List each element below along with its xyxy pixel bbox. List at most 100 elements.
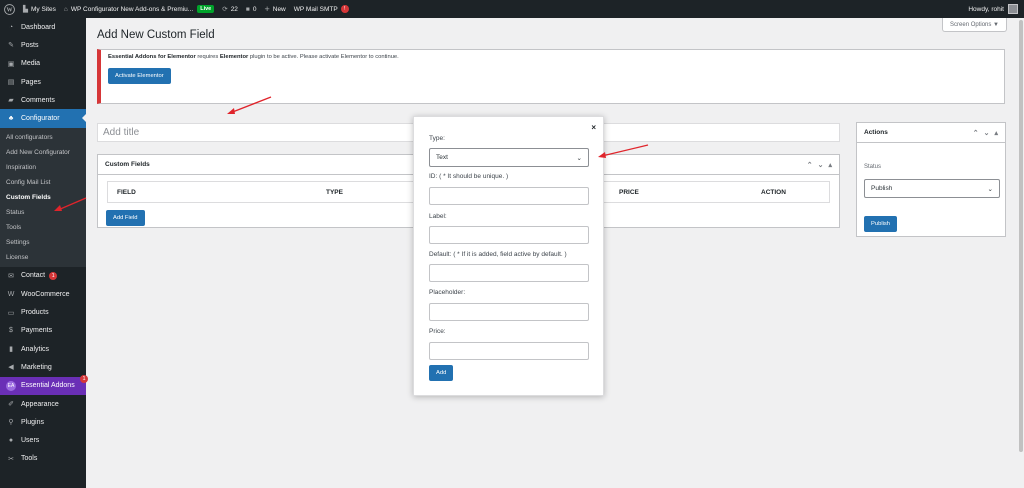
sites-icon: ▙ <box>23 6 28 13</box>
comment-bubble-icon: ■ <box>245 5 250 13</box>
notice-required-plugin: Elementor <box>219 54 249 60</box>
placeholder-input[interactable] <box>429 303 589 321</box>
page-title: Add New Custom Field <box>97 29 215 41</box>
price-input[interactable] <box>429 342 589 360</box>
custom-fields-heading: Custom Fields <box>105 161 150 168</box>
sidebar-item-label: Products <box>21 309 49 317</box>
sidebar-item-label: Payments <box>21 327 53 335</box>
label-input[interactable] <box>429 226 589 244</box>
sidebar-item-tools[interactable]: ✂ Tools <box>0 450 86 468</box>
status-select[interactable]: Publish ⌄ <box>864 179 1000 198</box>
custom-field-modal: × Type: Text ⌄ ID: ( * It should be uniq… <box>413 116 604 396</box>
sidebar-item-media[interactable]: ▣ Media <box>0 55 86 73</box>
sidebar-item-label: Users <box>21 437 40 445</box>
my-sites-menu[interactable]: ▙ My Sites <box>19 0 60 18</box>
price-label: Price: <box>429 328 446 335</box>
type-value: Text <box>436 154 448 161</box>
label-label: Label: <box>429 213 447 220</box>
default-input[interactable] <box>429 264 589 282</box>
wordpress-logo-icon[interactable]: W <box>0 0 19 18</box>
close-icon[interactable]: × <box>591 123 596 132</box>
notice-plugin-name: Essential Addons for Elementor <box>108 54 196 60</box>
sidebar-item-appearance[interactable]: ✐ Appearance <box>0 395 86 413</box>
sidebar-item-label: Appearance <box>21 400 59 408</box>
move-up-icon[interactable]: ⌃ <box>807 161 813 169</box>
move-up-icon[interactable]: ⌃ <box>973 129 979 137</box>
submenu-config-mail-list[interactable]: Config Mail List <box>0 175 86 190</box>
column-header: PRICE <box>619 188 639 196</box>
my-sites-label: My Sites <box>31 5 56 13</box>
status-value: Publish <box>871 185 893 192</box>
sidebar-item-dashboard[interactable]: ◔ Dashboard <box>0 18 86 36</box>
admin-bar: W ▙ My Sites ⌂ WP Configurator New Add-o… <box>0 0 1024 18</box>
updates-icon: ⟳ <box>222 6 228 13</box>
scrollbar-thumb[interactable] <box>1019 20 1023 452</box>
submenu-settings[interactable]: Settings <box>0 235 86 250</box>
sidebar-item-label: Posts <box>21 41 39 49</box>
activate-elementor-button[interactable]: Activate Elementor <box>108 68 171 84</box>
updates-menu[interactable]: ⟳ 22 <box>218 0 242 18</box>
move-down-icon[interactable]: ⌄ <box>984 129 990 137</box>
site-name-menu[interactable]: ⌂ WP Configurator New Add-ons & Premiu..… <box>60 0 218 18</box>
payments-icon: $ <box>9 327 13 335</box>
sidebar-item-payments[interactable]: $ Payments <box>0 322 86 340</box>
account-menu[interactable]: Howdy, rohit <box>968 0 1018 18</box>
wp-mail-smtp-menu[interactable]: WP Mail SMTP ! <box>290 0 353 18</box>
dashboard-icon: ◔ <box>8 23 14 31</box>
submenu-all-configurators[interactable]: All configurators <box>0 130 86 145</box>
move-down-icon[interactable]: ⌄ <box>818 161 824 169</box>
svg-text:W: W <box>6 7 12 13</box>
sidebar-item-plugins[interactable]: ⚲ Plugins <box>0 413 86 431</box>
actions-box: Actions ⌃ ⌄ ▴ Status Publish ⌄ Publish <box>856 122 1006 237</box>
sidebar-item-products[interactable]: ▭ Products <box>0 303 86 321</box>
modal-add-button[interactable]: Add <box>429 365 454 381</box>
submenu-tools[interactable]: Tools <box>0 220 86 235</box>
publish-button[interactable]: Publish <box>864 216 898 232</box>
sidebar-item-woocommerce[interactable]: W WooCommerce <box>0 285 86 303</box>
box-controls: ⌃ ⌄ ▴ <box>807 161 832 169</box>
chevron-down-icon: ⌄ <box>987 185 993 193</box>
type-select[interactable]: Text ⌄ <box>429 148 589 167</box>
comment-icon: ▰ <box>8 97 14 105</box>
box-controls: ⌃ ⌄ ▴ <box>973 129 998 137</box>
sidebar-item-contact[interactable]: ✉ Contact 1 <box>0 267 86 285</box>
screen-options-button[interactable]: Screen Options ▼ <box>942 18 1007 32</box>
default-label: Default: ( * If it is added, field activ… <box>429 251 567 258</box>
sidebar-item-label: Contact <box>21 272 46 280</box>
admin-sidebar: ◔ Dashboard ✎ Posts ▣ Media ▤ Pages ▰ Comments ♣ … <box>0 18 88 488</box>
pages-icon: ▤ <box>7 79 15 87</box>
collapse-icon[interactable]: ▴ <box>994 129 998 137</box>
products-icon: ▭ <box>7 309 15 317</box>
plus-icon: + <box>264 4 270 14</box>
sidebar-item-users[interactable]: ● Users <box>0 431 86 449</box>
new-content-menu[interactable]: + New <box>260 0 289 18</box>
comments-menu[interactable]: ■ 0 <box>242 0 261 18</box>
submenu-license[interactable]: License <box>0 250 86 265</box>
sidebar-item-label: Plugins <box>21 418 44 426</box>
column-header: ACTION <box>761 188 786 196</box>
smtp-label: WP Mail SMTP <box>293 5 338 13</box>
sidebar-item-marketing[interactable]: ◀ Marketing <box>0 358 86 376</box>
sidebar-item-essential-addons[interactable]: EA Essential Addons 1 <box>0 374 88 395</box>
page-scrollbar[interactable] <box>1018 18 1024 454</box>
sidebar-item-analytics[interactable]: ▮ Analytics <box>0 340 86 358</box>
howdy-label: Howdy, rohit <box>968 5 1004 13</box>
sidebar-item-posts[interactable]: ✎ Posts <box>0 36 86 54</box>
submenu-inspiration[interactable]: Inspiration <box>0 160 86 175</box>
sidebar-item-comments[interactable]: ▰ Comments <box>0 91 86 109</box>
sidebar-item-label: Dashboard <box>21 23 56 31</box>
sidebar-item-pages[interactable]: ▤ Pages <box>0 73 86 91</box>
comments-count: 0 <box>252 5 257 13</box>
add-field-button[interactable]: Add Field <box>106 210 145 226</box>
collapse-icon[interactable]: ▴ <box>828 161 832 169</box>
notice-text-mid: requires <box>195 54 220 60</box>
id-input[interactable] <box>429 187 589 205</box>
sidebar-item-configurator[interactable]: ♣ Configurator <box>0 109 86 128</box>
woo-icon: W <box>7 290 15 298</box>
annotation-arrow-icon <box>54 197 87 211</box>
placeholder-label: Placeholder: <box>429 289 466 296</box>
analytics-icon: ▮ <box>9 346 13 354</box>
updates-count: 22 <box>230 5 238 13</box>
contact-badge: 1 <box>49 271 58 280</box>
submenu-add-new-configurator[interactable]: Add New Configurator <box>0 145 86 160</box>
